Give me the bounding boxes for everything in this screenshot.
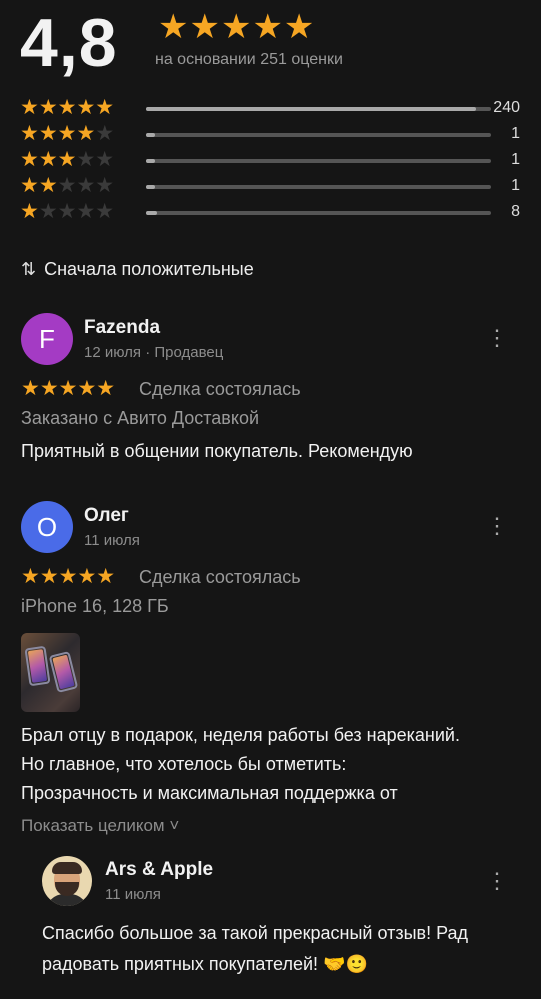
- review-stars: ★★★★★: [21, 377, 116, 400]
- rating-row-bar: [146, 133, 491, 137]
- rating-row-4: ★★★★★ 1: [20, 123, 520, 145]
- reply-text-line: Спасибо большое за такой прекрасный отзы…: [42, 923, 468, 943]
- more-options-icon[interactable]: ⋮: [486, 515, 508, 537]
- rating-row-stars: ★★★★★: [20, 96, 115, 119]
- review-text-line: Прозрачность и максимальная поддержка от: [21, 783, 398, 803]
- rating-row-bar-fill: [146, 133, 155, 137]
- rating-row-bar: [146, 185, 491, 189]
- rating-row-bar: [146, 159, 491, 163]
- rating-row-bar: [146, 211, 491, 215]
- seller-avatar[interactable]: [42, 856, 92, 906]
- rating-row-2: ★★★★★ 1: [20, 175, 520, 197]
- rating-row-count: 240: [493, 99, 520, 116]
- avatar[interactable]: F: [21, 313, 73, 365]
- avatar-letter: О: [36, 511, 58, 542]
- deal-status: Сделка состоялась: [139, 379, 301, 399]
- rating-row-3: ★★★★★ 1: [20, 149, 520, 171]
- review-item-info: Заказано с Авито Доставкой: [21, 408, 260, 428]
- review-text-line: Брал отцу в подарок, неделя работы без н…: [21, 725, 460, 745]
- review-meta: 12 июля · Продавец: [84, 344, 224, 361]
- reviewer-name[interactable]: Fazenda: [84, 317, 160, 339]
- rating-row-bar-fill: [146, 211, 158, 215]
- rating-row-stars: ★★★★★: [20, 122, 115, 145]
- review-text-line: Но главное, что хотелось бы отметить:: [21, 754, 347, 774]
- review-item-info: iPhone 16, 128 ГБ: [21, 596, 169, 616]
- rating-stars: ★★★★★: [158, 8, 316, 46]
- rating-row-5: ★★★★★ 240: [20, 97, 520, 119]
- more-options-icon[interactable]: ⋮: [486, 870, 508, 892]
- rating-row-bar: [146, 107, 491, 111]
- ratings-count-text: на основании 251 оценки: [155, 51, 343, 68]
- reviewer-name[interactable]: Олег: [84, 505, 129, 527]
- review-stars: ★★★★★: [21, 565, 116, 588]
- review-meta: 11 июля: [84, 532, 140, 549]
- rating-row-count: 1: [511, 177, 520, 194]
- seller-name[interactable]: Ars & Apple: [105, 859, 213, 881]
- rating-row-stars: ★★★★★: [20, 200, 115, 223]
- rating-row-stars: ★★★★★: [20, 148, 115, 171]
- rating-row-stars: ★★★★★: [20, 174, 115, 197]
- rating-row-count: 8: [511, 203, 520, 220]
- reply-text-line: радовать приятных покупателей! 🤝🙂: [42, 954, 368, 974]
- avatar-letter: F: [39, 323, 55, 354]
- rating-row-bar-fill: [146, 185, 155, 189]
- sort-toggle[interactable]: ⇅ Сначала положительные: [21, 259, 254, 280]
- show-full-link[interactable]: Показать целиком ˅: [21, 816, 179, 836]
- rating-row-bar-fill: [146, 107, 476, 111]
- phone-image: [48, 651, 79, 693]
- rating-row-bar-fill: [146, 159, 155, 163]
- rating-row-count: 1: [511, 151, 520, 168]
- rating-row-1: ★★★★★ 8: [20, 201, 520, 223]
- average-rating: 4,8: [20, 5, 118, 81]
- avatar[interactable]: О: [21, 501, 73, 553]
- deal-status: Сделка состоялась: [139, 567, 301, 587]
- review-photo[interactable]: [21, 633, 80, 712]
- sort-label: Сначала положительные: [44, 259, 254, 279]
- review-text: Приятный в общении покупатель. Рекоменду…: [21, 441, 413, 461]
- more-options-icon[interactable]: ⋮: [486, 327, 508, 349]
- reply-date: 11 июля: [105, 886, 161, 903]
- sort-arrows-icon: ⇅: [21, 259, 37, 279]
- rating-row-count: 1: [511, 125, 520, 142]
- phone-image: [24, 645, 51, 687]
